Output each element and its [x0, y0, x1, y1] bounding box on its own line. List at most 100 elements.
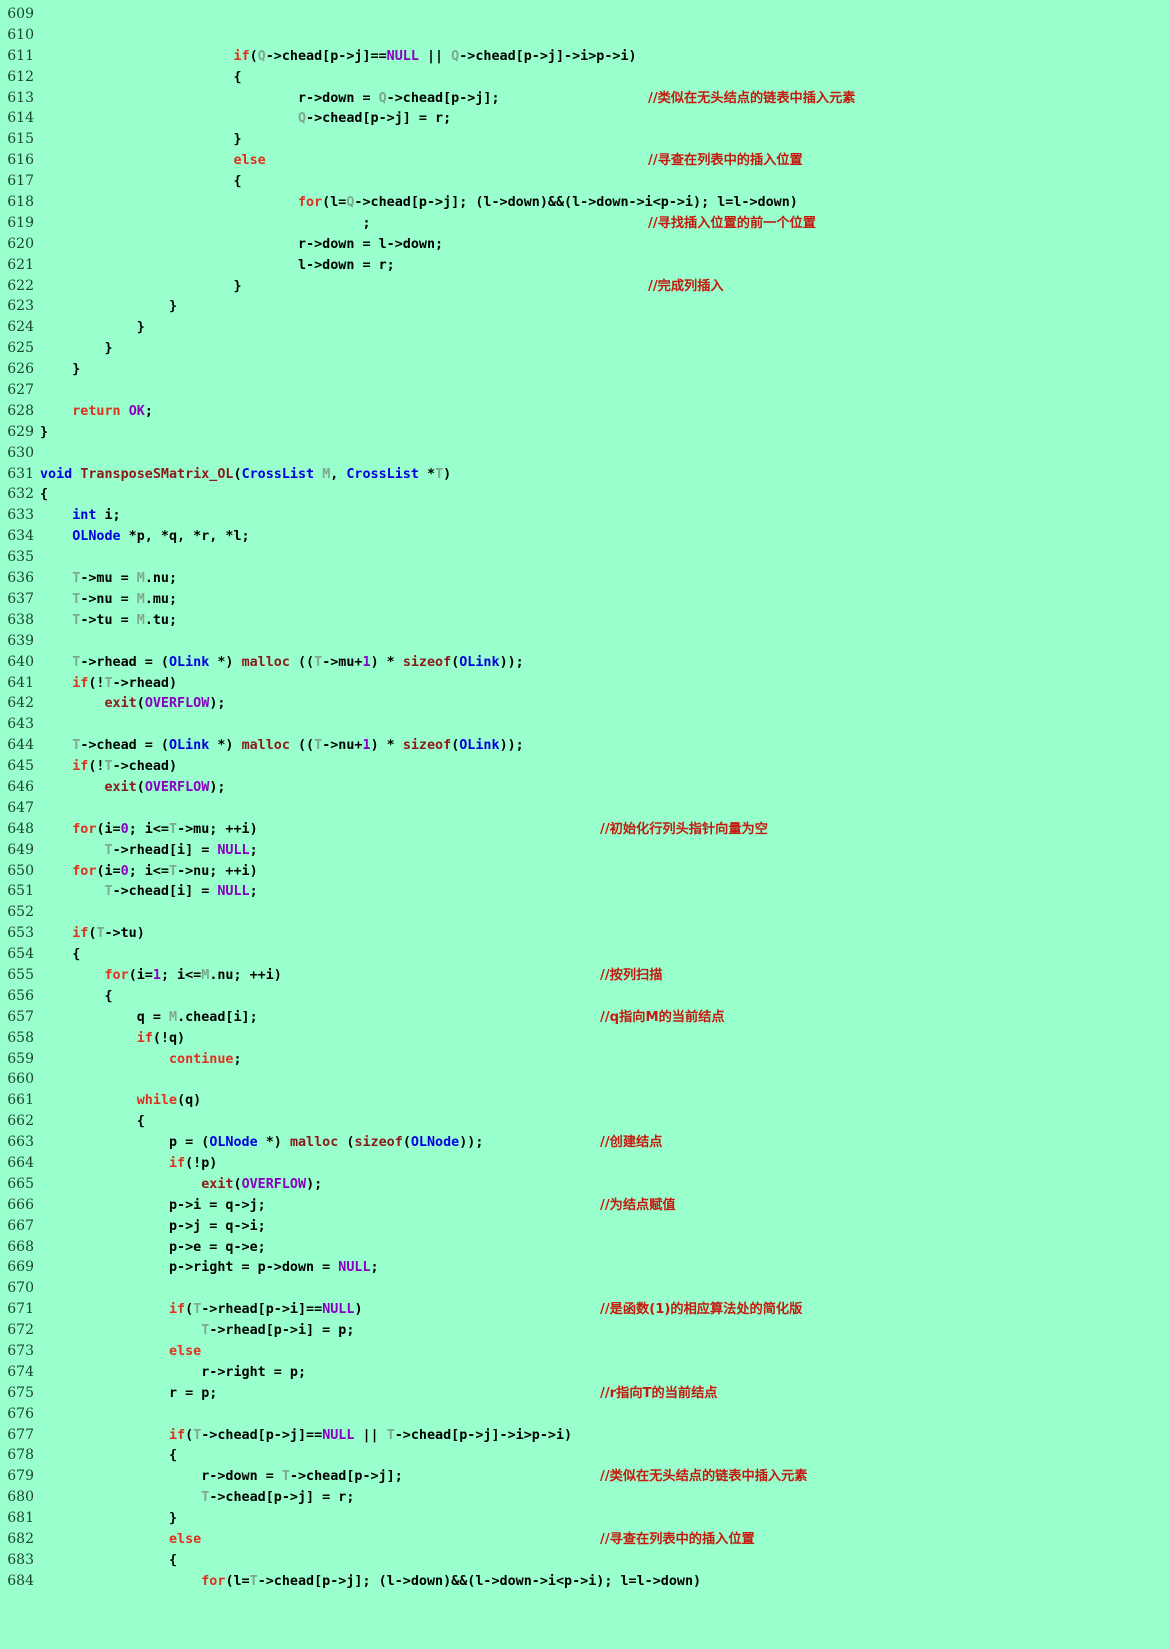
code-line[interactable]: 663 p = (OLNode *) malloc (sizeof(OLNode…	[0, 1132, 1169, 1153]
code-line[interactable]: 616 else //寻查在列表中的插入位置	[0, 150, 1169, 171]
code-line[interactable]: 622 } //完成列插入	[0, 276, 1169, 297]
code-line[interactable]: 668 p->e = q->e;	[0, 1237, 1169, 1258]
code-line-content[interactable]: {	[40, 485, 1169, 506]
code-line[interactable]: 653 if(T->tu)	[0, 923, 1169, 944]
code-line-content[interactable]: {	[40, 945, 1169, 966]
code-line-content[interactable]: {	[40, 1446, 1169, 1467]
code-line[interactable]: 629}	[0, 422, 1169, 443]
code-line-content[interactable]: {	[40, 1551, 1169, 1572]
code-line[interactable]: 651 T->chead[i] = NULL;	[0, 881, 1169, 902]
code-line-content[interactable]: T->rhead[p->i] = p;	[40, 1321, 1169, 1342]
code-line-content[interactable]: }	[40, 360, 1169, 381]
code-line-content[interactable]: while(q)	[40, 1091, 1169, 1112]
code-line[interactable]: 669 p->right = p->down = NULL;	[0, 1257, 1169, 1278]
code-line-content[interactable]: p->i = q->j; //为结点赋值	[40, 1196, 1169, 1217]
code-line-content[interactable]: if(!p)	[40, 1154, 1169, 1175]
code-line-content[interactable]: {	[40, 1112, 1169, 1133]
code-line-content[interactable]: }	[40, 339, 1169, 360]
code-line[interactable]: 609	[0, 4, 1169, 25]
code-line-content[interactable]: T->rhead[i] = NULL;	[40, 841, 1169, 862]
code-line[interactable]: 656 {	[0, 986, 1169, 1007]
code-line[interactable]: 648 for(i=0; i<=T->mu; ++i) //初始化行列头指针向量为…	[0, 819, 1169, 840]
code-line-content[interactable]: for(l=Q->chead[p->j]; (l->down)&&(l->dow…	[40, 193, 1169, 214]
code-line[interactable]: 641 if(!T->rhead)	[0, 673, 1169, 694]
code-line[interactable]: 639	[0, 631, 1169, 652]
code-line[interactable]: 655 for(i=1; i<=M.nu; ++i)//按列扫描	[0, 965, 1169, 986]
code-line[interactable]: 649 T->rhead[i] = NULL;	[0, 840, 1169, 861]
code-line[interactable]: 619 ; //寻找插入位置的前一个位置	[0, 213, 1169, 234]
code-line-content[interactable]: }	[40, 1509, 1169, 1530]
code-line[interactable]: 646 exit(OVERFLOW);	[0, 777, 1169, 798]
code-line-content[interactable]: continue;	[40, 1050, 1169, 1071]
code-line-content[interactable]: if(!T->rhead)	[40, 674, 1169, 695]
code-line-content[interactable]: if(T->chead[p->j]==NULL || T->chead[p->j…	[40, 1426, 1169, 1447]
code-line[interactable]: 684 for(l=T->chead[p->j]; (l->down)&&(l-…	[0, 1571, 1169, 1592]
code-line[interactable]: 640 T->rhead = (OLink *) malloc ((T->mu+…	[0, 652, 1169, 673]
code-line-content[interactable]: r->down = T->chead[p->j]; //类似在无头结点的链表中插入…	[40, 1467, 1169, 1488]
code-line-content[interactable]: else //寻查在列表中的插入位置	[40, 1530, 1169, 1551]
code-line[interactable]: 681 }	[0, 1508, 1169, 1529]
code-line[interactable]: 654 {	[0, 944, 1169, 965]
code-line[interactable]: 635	[0, 547, 1169, 568]
code-line[interactable]: 626 }	[0, 359, 1169, 380]
code-line-content[interactable]: else //寻查在列表中的插入位置	[40, 151, 1169, 172]
code-line[interactable]: 617 {	[0, 171, 1169, 192]
code-line-content[interactable]: Q->chead[p->j] = r;	[40, 109, 1169, 130]
code-line-content[interactable]: if(Q->chead[p->j]==NULL || Q->chead[p->j…	[40, 47, 1169, 68]
code-line-content[interactable]: exit(OVERFLOW);	[40, 694, 1169, 715]
code-line[interactable]: 621 l->down = r;	[0, 255, 1169, 276]
code-line-content[interactable]: p = (OLNode *) malloc (sizeof(OLNode)); /…	[40, 1133, 1169, 1154]
code-line[interactable]: 660	[0, 1069, 1169, 1090]
code-line[interactable]: 659 continue;	[0, 1049, 1169, 1070]
code-line-content[interactable]: }	[40, 423, 1169, 444]
code-line-content[interactable]: return OK;	[40, 402, 1169, 423]
code-line-content[interactable]: if(T->tu)	[40, 924, 1169, 945]
code-line[interactable]: 634 OLNode *p, *q, *r, *l;	[0, 526, 1169, 547]
code-line-content[interactable]: T->chead[p->j] = r;	[40, 1488, 1169, 1509]
code-line[interactable]: 679 r->down = T->chead[p->j]; //类似在无头结点的链…	[0, 1466, 1169, 1487]
code-line-content[interactable]: for(i=0; i<=T->mu; ++i) //初始化行列头指针向量为空	[40, 820, 1169, 841]
code-line[interactable]: 650 for(i=0; i<=T->nu; ++i)	[0, 861, 1169, 882]
code-line[interactable]: 624 }	[0, 317, 1169, 338]
code-line-content[interactable]: void TransposeSMatrix_OL(CrossList M, Cr…	[40, 465, 1169, 486]
code-line[interactable]: 647	[0, 798, 1169, 819]
code-line[interactable]: 642 exit(OVERFLOW);	[0, 693, 1169, 714]
code-line-content[interactable]: }	[40, 297, 1169, 318]
code-line-content[interactable]: exit(OVERFLOW);	[40, 1175, 1169, 1196]
code-line[interactable]: 625 }	[0, 338, 1169, 359]
code-line[interactable]: 613 r->down = Q->chead[p->j]; //类似在无头结点的链…	[0, 88, 1169, 109]
code-line-content[interactable]: }	[40, 130, 1169, 151]
code-line-content[interactable]: p->j = q->i;	[40, 1217, 1169, 1238]
code-line[interactable]: 627	[0, 380, 1169, 401]
code-line-content[interactable]: l->down = r;	[40, 256, 1169, 277]
code-line[interactable]: 670	[0, 1278, 1169, 1299]
code-line-content[interactable]: r->down = l->down;	[40, 235, 1169, 256]
code-line[interactable]: 614 Q->chead[p->j] = r;	[0, 108, 1169, 129]
code-line[interactable]: 610	[0, 25, 1169, 46]
code-line[interactable]: 630	[0, 443, 1169, 464]
code-line[interactable]: 667 p->j = q->i;	[0, 1216, 1169, 1237]
code-line-content[interactable]: for(l=T->chead[p->j]; (l->down)&&(l->dow…	[40, 1572, 1169, 1593]
code-line-content[interactable]: r->down = Q->chead[p->j]; //类似在无头结点的链表中插入…	[40, 89, 1169, 110]
code-line-content[interactable]: {	[40, 172, 1169, 193]
code-line[interactable]: 637 T->nu = M.mu;	[0, 589, 1169, 610]
code-line-content[interactable]: } //完成列插入	[40, 277, 1169, 298]
code-line[interactable]: 671 if(T->rhead[p->i]==NULL)//是函数(1)的相应算…	[0, 1299, 1169, 1320]
code-line[interactable]: 658 if(!q)	[0, 1028, 1169, 1049]
code-line[interactable]: 638 T->tu = M.tu;	[0, 610, 1169, 631]
code-line[interactable]: 636 T->mu = M.nu;	[0, 568, 1169, 589]
code-line-content[interactable]: p->e = q->e;	[40, 1238, 1169, 1259]
code-line-content[interactable]: T->mu = M.nu;	[40, 569, 1169, 590]
code-line[interactable]: 620 r->down = l->down;	[0, 234, 1169, 255]
code-line-content[interactable]: if(!T->chead)	[40, 757, 1169, 778]
code-line-content[interactable]: {	[40, 987, 1169, 1008]
code-line-content[interactable]: exit(OVERFLOW);	[40, 778, 1169, 799]
code-line-content[interactable]: T->chead = (OLink *) malloc ((T->nu+1) *…	[40, 736, 1169, 757]
code-line[interactable]: 632 {	[0, 484, 1169, 505]
code-line-content[interactable]: if(!q)	[40, 1029, 1169, 1050]
code-line[interactable]: 673 else	[0, 1341, 1169, 1362]
code-line-content[interactable]: else	[40, 1342, 1169, 1363]
code-line[interactable]: 628 return OK;	[0, 401, 1169, 422]
code-line-content[interactable]: T->rhead = (OLink *) malloc ((T->mu+1) *…	[40, 653, 1169, 674]
code-line-content[interactable]: OLNode *p, *q, *r, *l;	[40, 527, 1169, 548]
